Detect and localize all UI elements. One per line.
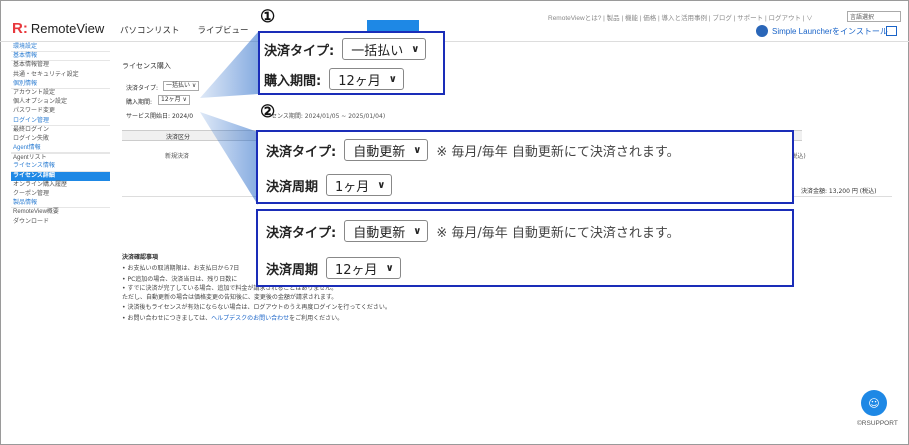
callout3-cycle-label: 決済周期 (266, 262, 319, 278)
callout3-pay-label: 決済タイプ: (266, 225, 337, 241)
chevron-down-icon: ∨ (413, 225, 422, 237)
callout1-pay-select[interactable]: 一括払い ∨ (342, 38, 427, 60)
chevron-down-icon: ∨ (385, 262, 394, 274)
chevron-down-icon: ∨ (388, 73, 397, 85)
step-number-1: ① (260, 7, 276, 27)
callout-auto-yearly: 決済タイプ: 自動更新 ∨ ※ 毎月/毎年 自動更新にて決済されます。 決済周期 … (256, 209, 794, 287)
callout2-cycle-label: 決済周期 (266, 179, 319, 195)
callout3-note: ※ 毎月/毎年 自動更新にて決済されます。 (436, 225, 680, 241)
callout1-period-label: 購入期間: (264, 73, 322, 89)
chevron-down-icon: ∨ (411, 43, 420, 55)
callout2-pay-select[interactable]: 自動更新 ∨ (344, 139, 429, 161)
callout3-pay-select[interactable]: 自動更新 ∨ (344, 220, 429, 242)
chevron-down-icon: ∨ (377, 179, 386, 191)
callout-lump-sum: 決済タイプ: 一括払い ∨ 購入期間: 12ヶ月 ∨ (258, 31, 445, 95)
callout1-period-select[interactable]: 12ヶ月 ∨ (329, 68, 404, 90)
step-number-2: ② (260, 102, 276, 122)
callout-auto-monthly: 決済タイプ: 自動更新 ∨ ※ 毎月/毎年 自動更新にて決済されます。 決済周期 … (256, 130, 794, 204)
chevron-down-icon: ∨ (413, 144, 422, 156)
callout2-cycle-select[interactable]: 1ヶ月 ∨ (326, 174, 393, 196)
callout2-note: ※ 毎月/毎年 自動更新にて決済されます。 (436, 144, 680, 160)
callout3-cycle-select[interactable]: 12ヶ月 ∨ (326, 257, 401, 279)
callout2-pay-label: 決済タイプ: (266, 144, 337, 160)
callout1-pay-label: 決済タイプ: (264, 43, 335, 59)
